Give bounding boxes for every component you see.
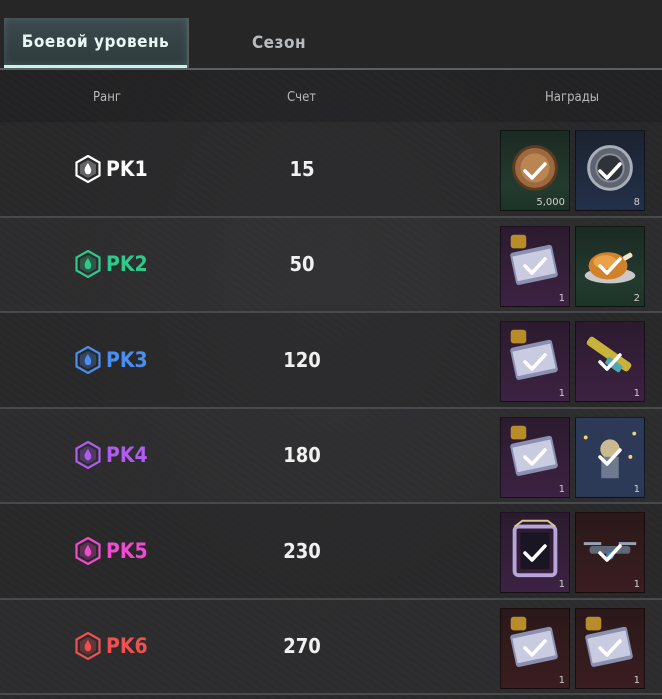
- rank-cell: PK6: [74, 632, 148, 661]
- table-row: PK1 15 5,000 8: [0, 122, 662, 218]
- rank-label: PK2: [106, 252, 148, 277]
- header-rank: Ранг: [93, 90, 122, 105]
- reward-item[interactable]: 1: [575, 321, 645, 402]
- rank-badge-icon: [74, 632, 102, 661]
- rank-badge-icon: [74, 536, 102, 565]
- rewards-cell: 11: [500, 416, 645, 498]
- score-value: 15: [289, 156, 315, 181]
- table-header: Ранг Счет Награды: [0, 70, 662, 122]
- score-value: 120: [283, 347, 321, 372]
- rank-table: PK1 15 5,000 8 PK2 50 1 2 PK3 120 1 1 PK4 180 1 1 PK5 230…: [0, 122, 662, 695]
- rank-label: PK4: [106, 443, 148, 468]
- rank-label: PK5: [106, 538, 148, 563]
- reward-item[interactable]: 5,000: [500, 130, 570, 211]
- reward-item[interactable]: 1: [500, 225, 570, 307]
- reward-item[interactable]: 8: [575, 130, 645, 211]
- score-value: 50: [289, 252, 315, 277]
- tab-season[interactable]: Сезон: [187, 18, 369, 68]
- rewards-cell: 11: [500, 321, 645, 402]
- rewards-cell: 11: [500, 607, 645, 689]
- rank-badge-icon: [74, 154, 102, 183]
- rank-cell: PK5: [74, 536, 148, 565]
- reward-item[interactable]: 1: [500, 512, 570, 593]
- reward-quantity: 1: [633, 674, 640, 686]
- score-value: 180: [283, 443, 321, 468]
- rank-label: PK3: [106, 347, 148, 372]
- reward-quantity: 1: [558, 579, 565, 590]
- rank-label: PK1: [106, 156, 148, 181]
- reward-quantity: 1: [558, 483, 565, 495]
- rank-label: PK6: [106, 634, 148, 659]
- table-row: PK6 270 1 1: [0, 599, 662, 695]
- rank-cell: PK2: [74, 250, 148, 279]
- reward-quantity: 1: [558, 674, 565, 686]
- reward-quantity: 8: [633, 197, 640, 208]
- rank-badge-icon: [74, 441, 102, 470]
- table-row: PK3 120 1 1: [0, 313, 662, 409]
- reward-item[interactable]: 1: [500, 321, 570, 402]
- rank-cell: PK4: [74, 441, 148, 470]
- reward-quantity: 1: [633, 579, 640, 590]
- rewards-cell: 11: [500, 512, 645, 593]
- reward-item[interactable]: 2: [575, 225, 645, 307]
- table-row: PK2 50 1 2: [0, 217, 662, 313]
- score-value: 230: [283, 538, 321, 563]
- rank-cell: PK1: [74, 154, 148, 183]
- header-rewards: Награды: [545, 90, 600, 105]
- tab-battle-level[interactable]: Боевой уровень: [4, 18, 187, 68]
- reward-quantity: 1: [633, 483, 640, 495]
- score-value: 270: [283, 634, 321, 659]
- rank-cell: PK3: [74, 345, 148, 374]
- reward-quantity: 5,000: [536, 197, 565, 208]
- tab-bar: Боевой уровень Сезон: [0, 0, 662, 70]
- rank-badge-icon: [74, 345, 102, 374]
- reward-quantity: 1: [633, 388, 640, 399]
- header-score: Счет: [287, 90, 317, 105]
- reward-item[interactable]: 1: [575, 416, 645, 498]
- reward-quantity: 1: [558, 292, 565, 304]
- table-row: PK4 180 1 1: [0, 408, 662, 504]
- rank-badge-icon: [74, 250, 102, 279]
- rewards-cell: 12: [500, 225, 645, 307]
- reward-item[interactable]: 1: [500, 607, 570, 689]
- reward-item[interactable]: 1: [500, 416, 570, 498]
- rewards-cell: 5,000 8: [500, 130, 645, 211]
- table-row: PK5 230 1 1: [0, 504, 662, 600]
- reward-quantity: 2: [633, 292, 640, 304]
- reward-quantity: 1: [558, 388, 565, 399]
- reward-item[interactable]: 1: [575, 607, 645, 689]
- reward-item[interactable]: 1: [575, 512, 645, 593]
